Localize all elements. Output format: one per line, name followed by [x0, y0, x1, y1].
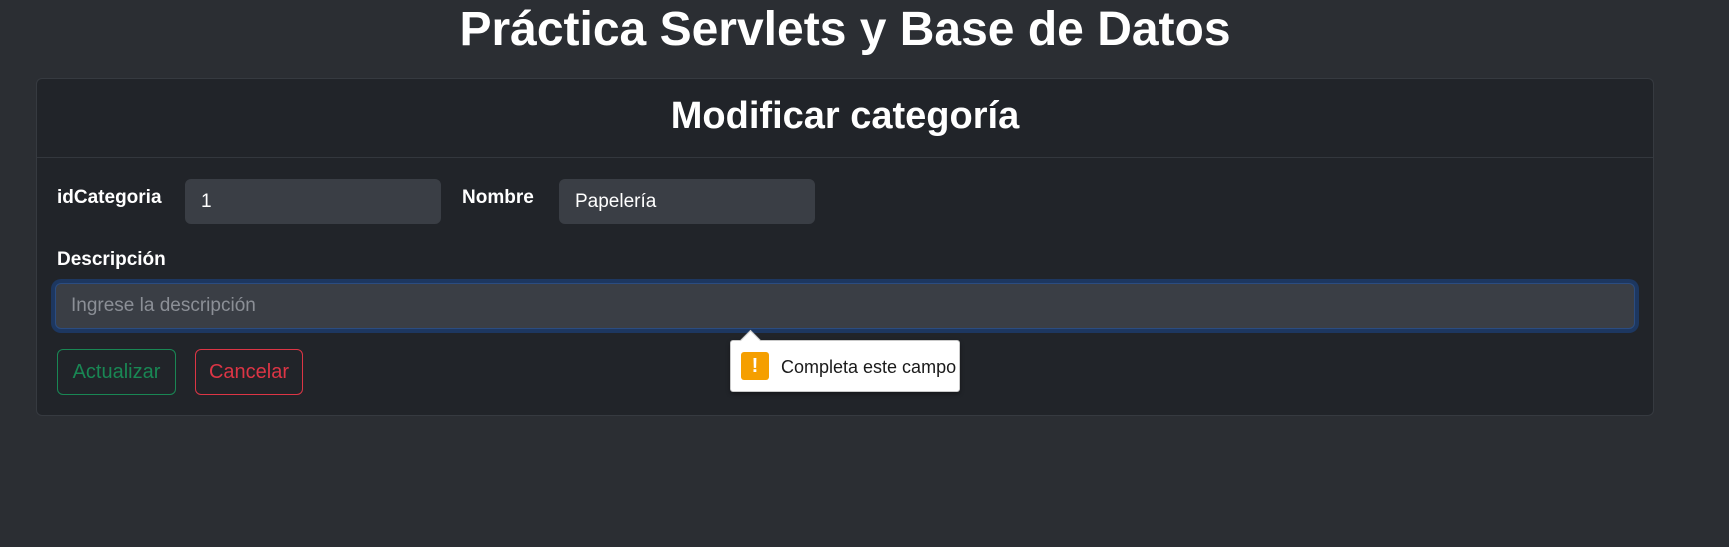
id-categoria-input[interactable]: [185, 179, 441, 224]
page-title: Práctica Servlets y Base de Datos: [459, 3, 1231, 56]
cancel-button[interactable]: Cancelar: [195, 349, 303, 395]
update-button[interactable]: Actualizar: [57, 349, 176, 395]
validation-message: Completa este campo: [781, 357, 957, 377]
nombre-input[interactable]: [559, 179, 815, 224]
descripcion-input[interactable]: [55, 283, 1635, 329]
card-title: Modificar categoría: [670, 95, 1020, 137]
validation-tooltip: ! Completa este campo: [730, 329, 960, 392]
warning-icon: !: [741, 352, 769, 380]
nombre-label: Nombre: [462, 187, 534, 208]
card-header: Modificar categoría: [37, 79, 1653, 158]
descripcion-label: Descripción: [57, 249, 166, 270]
id-categoria-label: idCategoria: [57, 187, 162, 208]
